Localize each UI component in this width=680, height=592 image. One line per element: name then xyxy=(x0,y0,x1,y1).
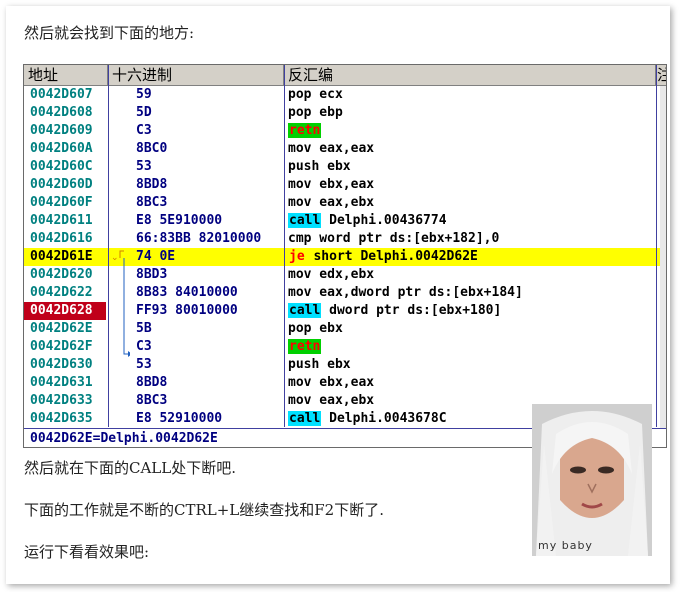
row-hex[interactable]: FF93 80010000 xyxy=(130,302,306,320)
row-hex[interactable]: 8BC0 xyxy=(130,140,306,158)
row-disassembly[interactable]: mov ebx,eax xyxy=(286,176,656,194)
row-address[interactable]: 0042D628 xyxy=(24,302,106,320)
row-hex[interactable]: 5D xyxy=(130,104,306,122)
column-divider xyxy=(656,65,657,427)
row-address[interactable]: 0042D620 xyxy=(24,266,106,284)
row-address[interactable]: 0042D635 xyxy=(24,410,106,428)
row-disassembly[interactable]: pop ecx xyxy=(286,86,656,104)
instruction-operands: mov edx,ebx xyxy=(288,267,375,282)
row-hex[interactable]: E8 5E910000 xyxy=(130,212,306,230)
column-header-address[interactable]: 地址 xyxy=(24,65,108,85)
instruction-operands: short Delphi.0042D62E xyxy=(305,249,478,264)
instruction-operands: mov ebx,eax xyxy=(288,375,375,390)
row-hex[interactable]: 5B xyxy=(130,320,306,338)
vertical-scrollbar[interactable] xyxy=(660,86,666,428)
row-hex[interactable]: 8BD3 xyxy=(130,266,306,284)
instruction-operands: mov eax,ebx xyxy=(288,393,375,408)
instruction-operands: cmp word ptr ds:[ebx+182],0 xyxy=(288,231,500,246)
row-address[interactable]: 0042D616 xyxy=(24,230,106,248)
instruction-operands: mov eax,ebx xyxy=(288,195,375,210)
row-address[interactable]: 0042D62F xyxy=(24,338,106,356)
row-address[interactable]: 0042D608 xyxy=(24,104,106,122)
row-address[interactable]: 0042D61E xyxy=(24,248,106,266)
row-address[interactable]: 0042D60C xyxy=(24,158,106,176)
instruction-operands: pop ebx xyxy=(288,321,343,336)
row-address[interactable]: 0042D60A xyxy=(24,140,106,158)
paragraph-run: 运行下看看效果吧: xyxy=(24,543,150,561)
row-disassembly[interactable]: push ebx xyxy=(286,158,656,176)
instruction-keyword: call xyxy=(288,411,322,426)
svg-text:⌄: ⌄ xyxy=(111,253,119,263)
row-disassembly[interactable]: mov eax,eax xyxy=(286,140,656,158)
instruction-operands: push ebx xyxy=(288,357,351,372)
row-hex[interactable]: 8B83 84010000 xyxy=(130,284,306,302)
row-hex[interactable]: E8 52910000 xyxy=(130,410,306,428)
row-hex[interactable]: C3 xyxy=(130,122,306,140)
row-hex[interactable]: C3 xyxy=(130,338,306,356)
row-address[interactable]: 0042D609 xyxy=(24,122,106,140)
instruction-operands: mov eax,eax xyxy=(288,141,375,156)
row-hex[interactable]: 66:83BB 82010000 xyxy=(130,230,306,248)
instruction-operands: mov ebx,eax xyxy=(288,177,375,192)
row-disassembly[interactable]: pop ebx xyxy=(286,320,656,338)
instruction-operands: push ebx xyxy=(288,159,351,174)
instruction-keyword: retn xyxy=(288,339,322,354)
row-disassembly[interactable]: pop ebp xyxy=(286,104,656,122)
instruction-keyword: call xyxy=(288,213,322,228)
column-divider xyxy=(284,65,285,427)
decorative-portrait-image: my baby xyxy=(532,404,652,556)
row-disassembly[interactable]: je short Delphi.0042D62E xyxy=(286,248,656,266)
paragraph-ctrl-l: 下面的工作就是不断的CTRL+L继续查找和F2下断了. xyxy=(24,501,384,519)
column-header-comment[interactable]: 注 xyxy=(656,65,666,85)
row-address[interactable]: 0042D607 xyxy=(24,86,106,104)
row-hex[interactable]: 53 xyxy=(130,158,306,176)
instruction-operands: Delphi.0043678C xyxy=(321,411,447,426)
instruction-operands: pop ecx xyxy=(288,87,343,102)
paragraph-intro: 然后就会找到下面的地方: xyxy=(24,24,195,42)
row-disassembly[interactable]: retn xyxy=(286,122,656,140)
row-disassembly[interactable]: call dword ptr ds:[ebx+180] xyxy=(286,302,656,320)
row-disassembly[interactable]: mov eax,dword ptr ds:[ebx+184] xyxy=(286,284,656,302)
row-hex[interactable]: 74 0E xyxy=(130,248,306,266)
portrait-drawing xyxy=(532,404,652,556)
jump-arrow: ⌄ xyxy=(111,250,130,357)
column-header-hex[interactable]: 十六进制 xyxy=(108,65,284,85)
row-hex[interactable]: 8BD8 xyxy=(130,176,306,194)
row-address[interactable]: 0042D631 xyxy=(24,374,106,392)
instruction-keyword: je xyxy=(289,249,305,264)
row-address[interactable]: 0042D60F xyxy=(24,194,106,212)
instruction-keyword: call xyxy=(288,303,322,318)
row-address[interactable]: 0042D622 xyxy=(24,284,106,302)
row-hex[interactable]: 53 xyxy=(130,356,306,374)
row-disassembly[interactable]: mov eax,ebx xyxy=(286,194,656,212)
row-address[interactable]: 0042D60D xyxy=(24,176,106,194)
instruction-operands: pop ebp xyxy=(288,105,343,120)
row-disassembly[interactable]: cmp word ptr ds:[ebx+182],0 xyxy=(286,230,656,248)
row-disassembly[interactable]: retn xyxy=(286,338,656,356)
row-address[interactable]: 0042D633 xyxy=(24,392,106,410)
row-address[interactable]: 0042D611 xyxy=(24,212,106,230)
row-disassembly[interactable]: call Delphi.00436774 xyxy=(286,212,656,230)
instruction-keyword: retn xyxy=(288,123,322,138)
column-header-bar: 地址 十六进制 反汇编 注 xyxy=(24,65,666,86)
paragraph-set-breakpoint: 然后就在下面的CALL处下断吧. xyxy=(24,459,237,477)
instruction-operands: dword ptr ds:[ebx+180] xyxy=(321,303,502,318)
instruction-operands: mov eax,dword ptr ds:[ebx+184] xyxy=(288,285,523,300)
column-header-disassembly[interactable]: 反汇编 xyxy=(284,65,656,85)
disassembly-window[interactable]: 地址 十六进制 反汇编 注 0042D607 59pop ecx 0042D608 5… xyxy=(23,64,667,448)
instruction-operands: Delphi.00436774 xyxy=(321,213,447,228)
row-address[interactable]: 0042D630 xyxy=(24,356,106,374)
row-hex[interactable]: 8BD8 xyxy=(130,374,306,392)
row-hex[interactable]: 8BC3 xyxy=(130,392,306,410)
row-hex[interactable]: 59 xyxy=(130,86,306,104)
row-hex[interactable]: 8BC3 xyxy=(130,194,306,212)
row-address[interactable]: 0042D62E xyxy=(24,320,106,338)
photo-caption: my baby xyxy=(538,539,593,552)
row-disassembly[interactable]: mov edx,ebx xyxy=(286,266,656,284)
row-disassembly[interactable]: push ebx xyxy=(286,356,656,374)
row-disassembly[interactable]: mov ebx,eax xyxy=(286,374,656,392)
